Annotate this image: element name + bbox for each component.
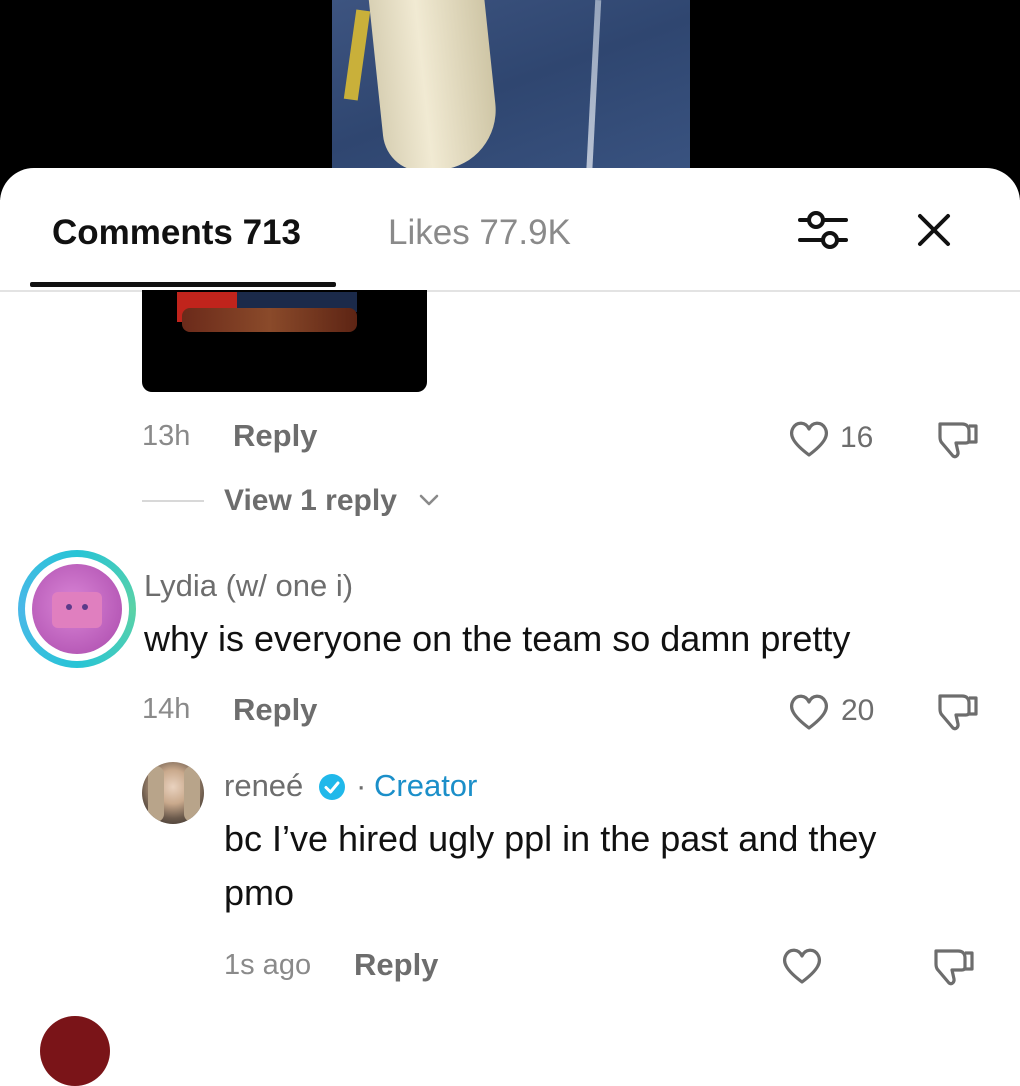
reply-text-line-2: pmo: [224, 872, 295, 913]
comment-timestamp: 13h: [142, 420, 191, 452]
dislike-icon[interactable]: [934, 418, 982, 462]
heart-icon[interactable]: [787, 419, 831, 459]
reply-timestamp: 1s ago: [224, 949, 312, 981]
comment-timestamp: 14h: [142, 693, 191, 725]
tab-likes[interactable]: Likes 77.9K: [388, 213, 571, 253]
dislike-icon[interactable]: [930, 945, 978, 989]
avatar-detail: [82, 604, 88, 610]
image-detail: [182, 308, 357, 332]
like-count: 16: [840, 421, 874, 454]
sliders-icon[interactable]: [796, 208, 850, 252]
reply-button[interactable]: Reply: [233, 418, 317, 454]
comment-text: why is everyone on the team so damn pret…: [144, 618, 851, 659]
view-replies-button[interactable]: View 1 reply: [224, 484, 397, 518]
comment-username[interactable]: Lydia (w/ one i): [144, 568, 353, 604]
avatar-image: [32, 564, 122, 654]
heart-icon[interactable]: [787, 692, 831, 732]
heart-icon[interactable]: [780, 946, 824, 986]
tab-comments[interactable]: Comments 713: [52, 213, 301, 253]
video-detail: [367, 0, 502, 176]
reply-button[interactable]: Reply: [354, 947, 438, 983]
tab-bar: Comments 713 Likes 77.9K: [0, 168, 1020, 292]
verified-badge-icon: [319, 774, 345, 800]
divider: [142, 500, 204, 502]
creator-avatar[interactable]: [142, 762, 204, 824]
creator-badge: Creator: [374, 768, 478, 803]
active-tab-indicator: [30, 282, 336, 287]
comment-image-attachment[interactable]: [142, 290, 427, 392]
avatar-detail: [148, 766, 164, 822]
next-comment-avatar[interactable]: [40, 1016, 110, 1086]
chevron-down-icon[interactable]: [418, 491, 440, 509]
separator-dot: ·: [356, 768, 367, 803]
reply-text-line-1: bc I’ve hired ugly ppl in the past and t…: [224, 818, 877, 859]
reply-username[interactable]: reneé: [224, 768, 303, 804]
avatar-detail: [184, 766, 200, 822]
close-icon[interactable]: [914, 210, 954, 250]
avatar-detail: [66, 604, 72, 610]
reply-button[interactable]: Reply: [233, 692, 317, 728]
dislike-icon[interactable]: [934, 690, 982, 734]
avatar-detail: [52, 592, 102, 628]
like-count: 20: [841, 694, 875, 727]
video-detail: [343, 9, 371, 101]
avatar[interactable]: [18, 550, 136, 668]
